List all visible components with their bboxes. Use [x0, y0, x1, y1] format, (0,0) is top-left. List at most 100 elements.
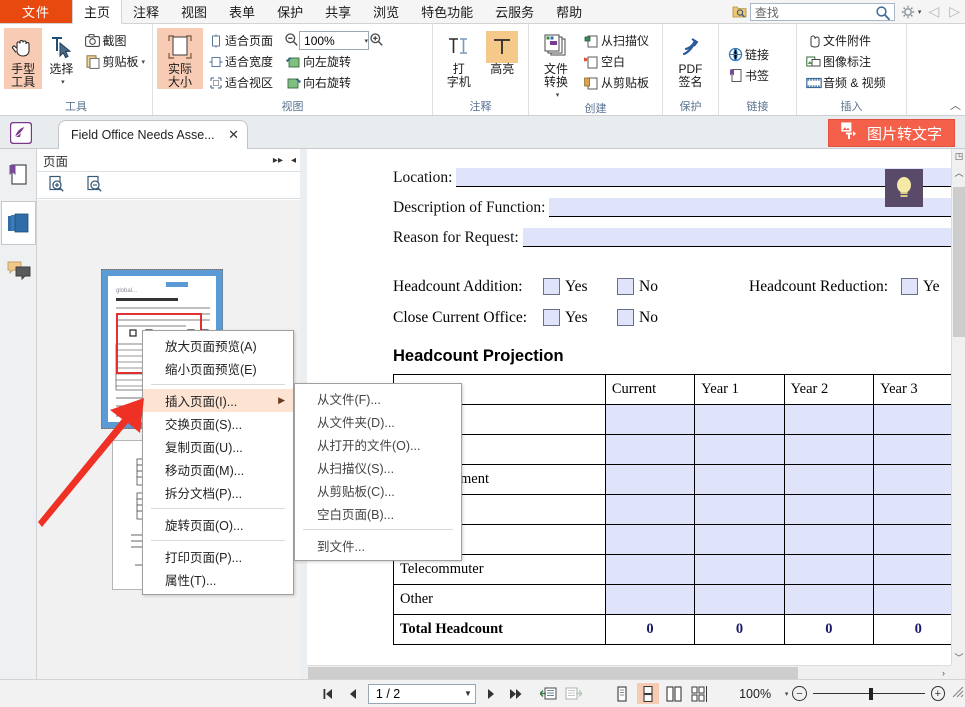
audio-video-button[interactable]: 音频 & 视频: [804, 72, 889, 93]
zoom-in-thumbnail-icon[interactable]: [47, 175, 65, 196]
table-cell[interactable]: [874, 525, 951, 555]
rotate-left-button[interactable]: 向左旋转: [284, 51, 384, 72]
table-cell[interactable]: [784, 405, 873, 435]
table-cell[interactable]: [605, 585, 694, 615]
horizontal-scroll-thumb[interactable]: [308, 667, 798, 679]
reason-field[interactable]: [523, 228, 951, 247]
table-cell[interactable]: [695, 525, 784, 555]
headcount-addition-no-checkbox[interactable]: [617, 278, 634, 295]
table-cell[interactable]: [874, 405, 951, 435]
file-convert-button[interactable]: 文件 转换 ▾: [533, 28, 579, 102]
clipboard-caret-icon[interactable]: ▾: [138, 58, 145, 66]
rotate-right-button[interactable]: 向右旋转: [284, 72, 384, 93]
screenshot-button[interactable]: 截图: [83, 30, 148, 51]
menu-tab-home[interactable]: 主页: [72, 0, 122, 24]
page-number-caret-icon[interactable]: ▼: [464, 689, 472, 698]
zoom-in-icon[interactable]: [369, 32, 384, 50]
context-menu-item-zoom-in-preview[interactable]: 放大页面预览(A): [143, 334, 293, 357]
table-cell[interactable]: [605, 405, 694, 435]
menu-tab-features[interactable]: 特色功能: [410, 0, 484, 23]
nav-forward-button[interactable]: ▷: [944, 0, 965, 23]
document-horizontal-scrollbar[interactable]: ›: [307, 665, 951, 679]
pages-panel-expand-button[interactable]: ▸▸: [269, 155, 287, 166]
menu-tab-help[interactable]: 帮助: [545, 0, 593, 23]
bookmark-button[interactable]: 书签: [726, 65, 772, 86]
prev-page-button[interactable]: [343, 684, 363, 704]
find-folder-icon[interactable]: [730, 0, 750, 23]
actual-size-button[interactable]: 实际 大小: [157, 28, 203, 89]
next-view-button[interactable]: [564, 684, 584, 704]
search-icon[interactable]: [875, 5, 891, 24]
next-page-button[interactable]: [481, 684, 501, 704]
insert-pages-submenu[interactable]: 从文件(F)... 从文件夹(D)... 从打开的文件(O)... 从扫描仪(S…: [294, 383, 462, 561]
table-cell[interactable]: [874, 435, 951, 465]
submenu-item-to-file[interactable]: 到文件...: [295, 534, 461, 557]
table-cell[interactable]: [695, 465, 784, 495]
sidebar-item-bookmarks[interactable]: [1, 153, 36, 197]
settings-button[interactable]: ▾: [895, 0, 924, 23]
zoom-level-caret-icon[interactable]: ▾: [362, 37, 369, 45]
status-zoom-caret-icon[interactable]: ▾: [779, 690, 789, 698]
submenu-item-from-clipboard[interactable]: 从剪贴板(C)...: [295, 479, 461, 502]
table-cell[interactable]: [784, 555, 873, 585]
scroll-up-icon[interactable]: ◳: [952, 149, 965, 164]
submenu-item-from-file[interactable]: 从文件(F)...: [295, 387, 461, 410]
context-menu-item-properties[interactable]: 属性(T)...: [143, 568, 293, 591]
menu-file[interactable]: 文件: [0, 0, 72, 23]
context-menu-item-move-pages[interactable]: 移动页面(M)...: [143, 458, 293, 481]
image-annotation-button[interactable]: 图像标注: [804, 51, 889, 72]
single-page-view-button[interactable]: [611, 683, 633, 704]
previous-view-button[interactable]: [539, 684, 559, 704]
resize-grip-icon[interactable]: [951, 685, 965, 702]
menu-tab-share[interactable]: 共享: [314, 0, 362, 23]
submenu-item-from-scanner[interactable]: 从扫描仪(S)...: [295, 456, 461, 479]
submenu-item-from-open-file[interactable]: 从打开的文件(O)...: [295, 433, 461, 456]
table-cell[interactable]: [874, 465, 951, 495]
close-icon[interactable]: ✕: [222, 127, 239, 143]
first-page-button[interactable]: [318, 684, 338, 704]
table-cell[interactable]: [874, 495, 951, 525]
pdf-sign-button[interactable]: PDF 签名: [668, 28, 714, 89]
context-menu-item-print-pages[interactable]: 打印页面(P)...: [143, 545, 293, 568]
menu-tab-browse[interactable]: 浏览: [362, 0, 410, 23]
find-input[interactable]: 查找: [750, 3, 895, 21]
menu-tab-view[interactable]: 视图: [170, 0, 218, 23]
select-tool-caret-icon[interactable]: ▾: [58, 76, 65, 89]
table-cell[interactable]: [784, 525, 873, 555]
fit-width-button[interactable]: 适合宽度: [206, 51, 276, 72]
table-cell[interactable]: [695, 585, 784, 615]
link-button[interactable]: 链接: [726, 44, 772, 65]
document-tab[interactable]: Field Office Needs Asse... ✕: [58, 120, 248, 149]
pages-panel-collapse-button[interactable]: ◂: [287, 155, 300, 166]
facing-view-button[interactable]: [663, 683, 685, 704]
scroll-down-arrow-icon[interactable]: ﹀: [952, 650, 965, 665]
select-tool-button[interactable]: 选择 ▾: [42, 28, 80, 89]
table-cell[interactable]: [605, 435, 694, 465]
table-cell[interactable]: [784, 465, 873, 495]
facing-continuous-view-button[interactable]: [689, 683, 711, 704]
table-cell[interactable]: [695, 495, 784, 525]
submenu-item-from-folder[interactable]: 从文件夹(D)...: [295, 410, 461, 433]
submenu-item-blank-page[interactable]: 空白页面(B)...: [295, 502, 461, 525]
from-scanner-button[interactable]: 从扫描仪: [582, 30, 652, 51]
context-menu-item-split-document[interactable]: 拆分文档(P)...: [143, 481, 293, 504]
table-cell[interactable]: [695, 435, 784, 465]
context-menu-item-exchange-pages[interactable]: 交换页面(S)...: [143, 412, 293, 435]
from-clipboard-button[interactable]: 从剪贴板: [582, 72, 652, 93]
headcount-addition-yes-checkbox[interactable]: [543, 278, 560, 295]
table-cell[interactable]: [874, 555, 951, 585]
highlight-button[interactable]: 高亮: [481, 28, 525, 76]
context-menu-item-rotate-pages[interactable]: 旋转页面(O)...: [143, 513, 293, 536]
sidebar-item-comments[interactable]: [1, 249, 36, 293]
blank-page-button[interactable]: 空白: [582, 51, 652, 72]
context-menu-item-insert-pages[interactable]: 插入页面(I)... ▶: [143, 389, 293, 412]
ribbon-collapse-button[interactable]: ︿: [950, 97, 961, 113]
zoom-out-thumbnail-icon[interactable]: [85, 175, 103, 196]
table-cell[interactable]: [784, 435, 873, 465]
table-cell[interactable]: [784, 585, 873, 615]
fit-page-button[interactable]: 适合页面: [206, 30, 276, 51]
clipboard-button[interactable]: 剪贴板 ▾: [83, 51, 148, 72]
sidebar-item-pages[interactable]: [1, 201, 36, 245]
vertical-scroll-thumb[interactable]: [953, 187, 965, 337]
zoom-out-icon[interactable]: [284, 32, 299, 50]
